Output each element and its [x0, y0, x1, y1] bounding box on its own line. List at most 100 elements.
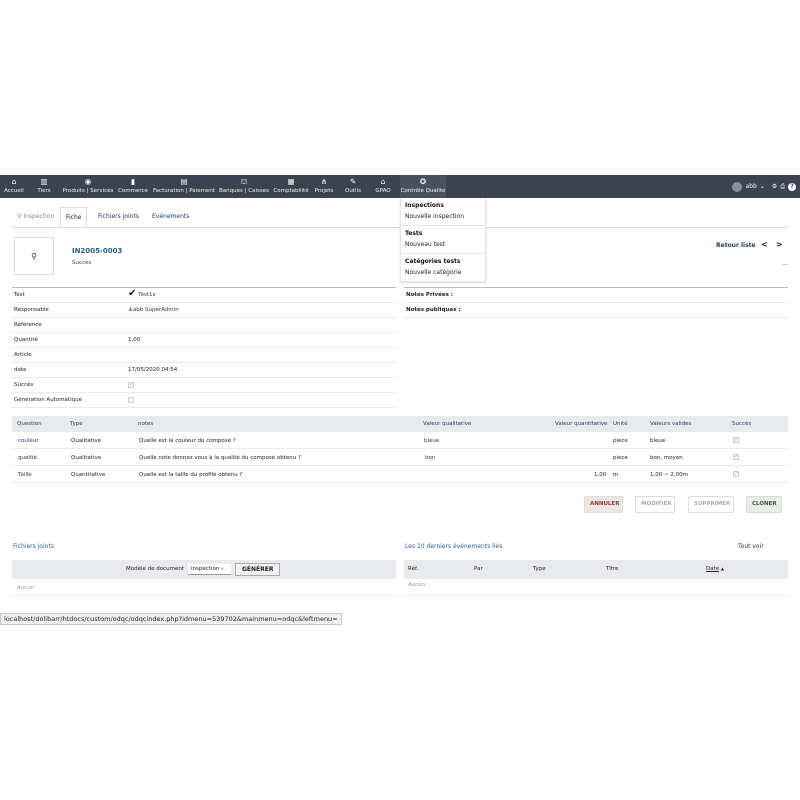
- chevron-down-icon: ▾: [221, 567, 224, 572]
- col-titre[interactable]: Titre: [606, 566, 618, 572]
- field-reference: Référence: [12, 318, 396, 333]
- field-label: Article: [14, 352, 32, 358]
- dropdown-group-tests: Tests Nouveau test: [401, 226, 485, 254]
- field-label: Génération Automatique: [14, 397, 82, 403]
- tab-fichiers-joints[interactable]: Fichiers joints: [93, 207, 144, 228]
- events-title: Les 10 derniers événements liés: [405, 543, 503, 550]
- menu-gpao[interactable]: ⌂ GPAO: [370, 175, 396, 198]
- menu-label: Banques | Caisses: [219, 188, 269, 194]
- briefcase-icon: ▮: [130, 177, 136, 186]
- menu-accueil[interactable]: ⌂ Accueil: [2, 175, 26, 198]
- menu-banques[interactable]: ⛫ Banques | Caisses: [218, 175, 270, 198]
- menu-outils[interactable]: ✎ Outils: [342, 175, 364, 198]
- col-notes[interactable]: notes: [138, 421, 153, 427]
- menu-projets[interactable]: ⋔ Projets: [313, 175, 335, 198]
- return-list-link[interactable]: Retour liste: [716, 242, 756, 249]
- menu-label: Comptabilité: [273, 188, 309, 194]
- cloner-button[interactable]: CLONER: [746, 496, 782, 513]
- notes-private: Notes Privées :: [404, 288, 788, 303]
- dropdown-group-title[interactable]: Tests: [405, 229, 481, 239]
- dropdown-link-new-test[interactable]: Nouveau test: [405, 239, 481, 250]
- field-succes: Succès ✓: [12, 378, 396, 393]
- field-test: Test ✔ Test1x: [12, 288, 396, 303]
- dropdown-group-title[interactable]: Inspections: [405, 201, 481, 211]
- modifier-button[interactable]: MODIFIER: [635, 496, 675, 513]
- question-link[interactable]: Taille: [18, 472, 32, 478]
- tab-inspection[interactable]: ⚲ Inspection: [12, 207, 59, 228]
- col-date[interactable]: Date ▲: [706, 566, 724, 572]
- menu-controle-qualite[interactable]: ✪ Contrôle Qualité: [400, 175, 446, 198]
- col-succes[interactable]: Succès: [732, 421, 751, 427]
- help-icon[interactable]: ?: [788, 182, 796, 191]
- next-record-button[interactable]: >: [776, 240, 783, 249]
- col-type[interactable]: Type: [70, 421, 83, 427]
- col-valeur-quantitative[interactable]: Valeur quantitative: [555, 421, 607, 427]
- col-type[interactable]: Type: [533, 566, 546, 572]
- col-par[interactable]: Par: [474, 566, 483, 572]
- files-empty: Aucun: [17, 585, 35, 591]
- home-icon: ⌂: [11, 177, 17, 186]
- top-menu-bar: ⌂ Accueil ▥ Tiers ◉ Produits | Services …: [0, 175, 800, 198]
- question-link[interactable]: couleur: [18, 438, 39, 444]
- wrench-icon: ✎: [349, 177, 357, 186]
- tab-evenements[interactable]: Evénements: [147, 207, 194, 228]
- field-label: Référence: [14, 322, 42, 328]
- generation-checkbox: [128, 397, 134, 403]
- annuler-button[interactable]: ANNULER: [584, 496, 623, 513]
- menu-commerce[interactable]: ▮ Commerce: [117, 175, 149, 198]
- col-unite[interactable]: Unité: [613, 421, 628, 427]
- field-value: 17/05/2020 04:54: [128, 367, 178, 373]
- see-all-link[interactable]: Tout voir: [738, 543, 764, 550]
- avatar: [732, 181, 743, 192]
- document-model-select[interactable]: inspection ▾: [188, 564, 231, 575]
- success-checkbox: ✓: [733, 454, 739, 460]
- dropdown-group-title[interactable]: Catégories tests: [405, 257, 481, 267]
- test-link[interactable]: Test1x: [138, 292, 156, 298]
- menu-facturation[interactable]: ▤ Facturation | Paiement: [153, 175, 215, 198]
- field-value: 1,00: [128, 337, 141, 343]
- record-thumbnail: ⚲: [14, 237, 54, 275]
- col-valeurs-valides[interactable]: Valeurs valides: [650, 421, 691, 427]
- magnifier-icon: ⚲: [17, 213, 22, 220]
- notes-public-label: Notes publiques :: [406, 307, 461, 313]
- menu-tiers[interactable]: ▥ Tiers: [33, 175, 55, 198]
- user-menu[interactable]: abb ⌄ ⚙ ⎙ ?: [732, 179, 796, 194]
- events-empty: Aucun: [408, 582, 426, 588]
- tab-fiche[interactable]: Fiche: [60, 207, 88, 228]
- question-link[interactable]: qualité: [18, 455, 37, 461]
- sort-asc-icon: ▲: [720, 566, 724, 571]
- notes-private-label: Notes Privées :: [406, 292, 453, 298]
- dropdown-link-new-inspection[interactable]: Nouvelle inspection: [405, 211, 481, 222]
- cell-type: Qualitative: [71, 455, 102, 461]
- menu-label: Contrôle Qualité: [400, 188, 446, 194]
- col-ref[interactable]: Réf.: [408, 566, 418, 572]
- previous-record-button[interactable]: <: [761, 240, 768, 249]
- field-label: Succès: [14, 382, 34, 388]
- col-valeur-qualitative[interactable]: Valeur qualitative: [423, 421, 471, 427]
- responsable-link[interactable]: abb SuperAdmin: [133, 307, 179, 313]
- dropdown-link-new-category[interactable]: Nouvelle catégorie: [405, 267, 481, 278]
- field-label: Responsable: [14, 307, 49, 313]
- menu-label: Tiers: [37, 188, 51, 194]
- tab-label: Fichiers joints: [98, 213, 139, 220]
- cell-valeurs-valides: 1,00 ~ 2,00m: [650, 472, 688, 478]
- chevron-down-icon: ⌄: [759, 183, 765, 190]
- field-value: [128, 397, 134, 404]
- model-label: Modèle de document: [126, 566, 185, 572]
- cell-succes: ✓: [733, 471, 739, 478]
- cell-valeurs-valides: bleue: [650, 438, 666, 444]
- field-generation-automatique: Génération Automatique: [12, 393, 396, 408]
- menu-comptabilite[interactable]: ▦ Comptabilité: [273, 175, 309, 198]
- col-question[interactable]: Question: [17, 421, 42, 427]
- gear-icon[interactable]: ⚙: [772, 183, 777, 190]
- cell-notes: Quelle est la taille du profilé obtenu ?: [139, 472, 243, 478]
- menu-produits[interactable]: ◉ Produits | Services: [62, 175, 114, 198]
- generate-button[interactable]: GÉNÉRER: [235, 563, 281, 576]
- select-value: inspection: [191, 566, 220, 572]
- cell-unite: piece: [613, 438, 628, 444]
- factory-icon: ⌂: [380, 177, 386, 186]
- field-label: Quantité: [14, 337, 38, 343]
- supprimer-button[interactable]: SUPPRIMER: [688, 496, 734, 513]
- print-icon[interactable]: ⎙: [780, 183, 785, 191]
- field-value: ✔ Test1x: [128, 289, 156, 299]
